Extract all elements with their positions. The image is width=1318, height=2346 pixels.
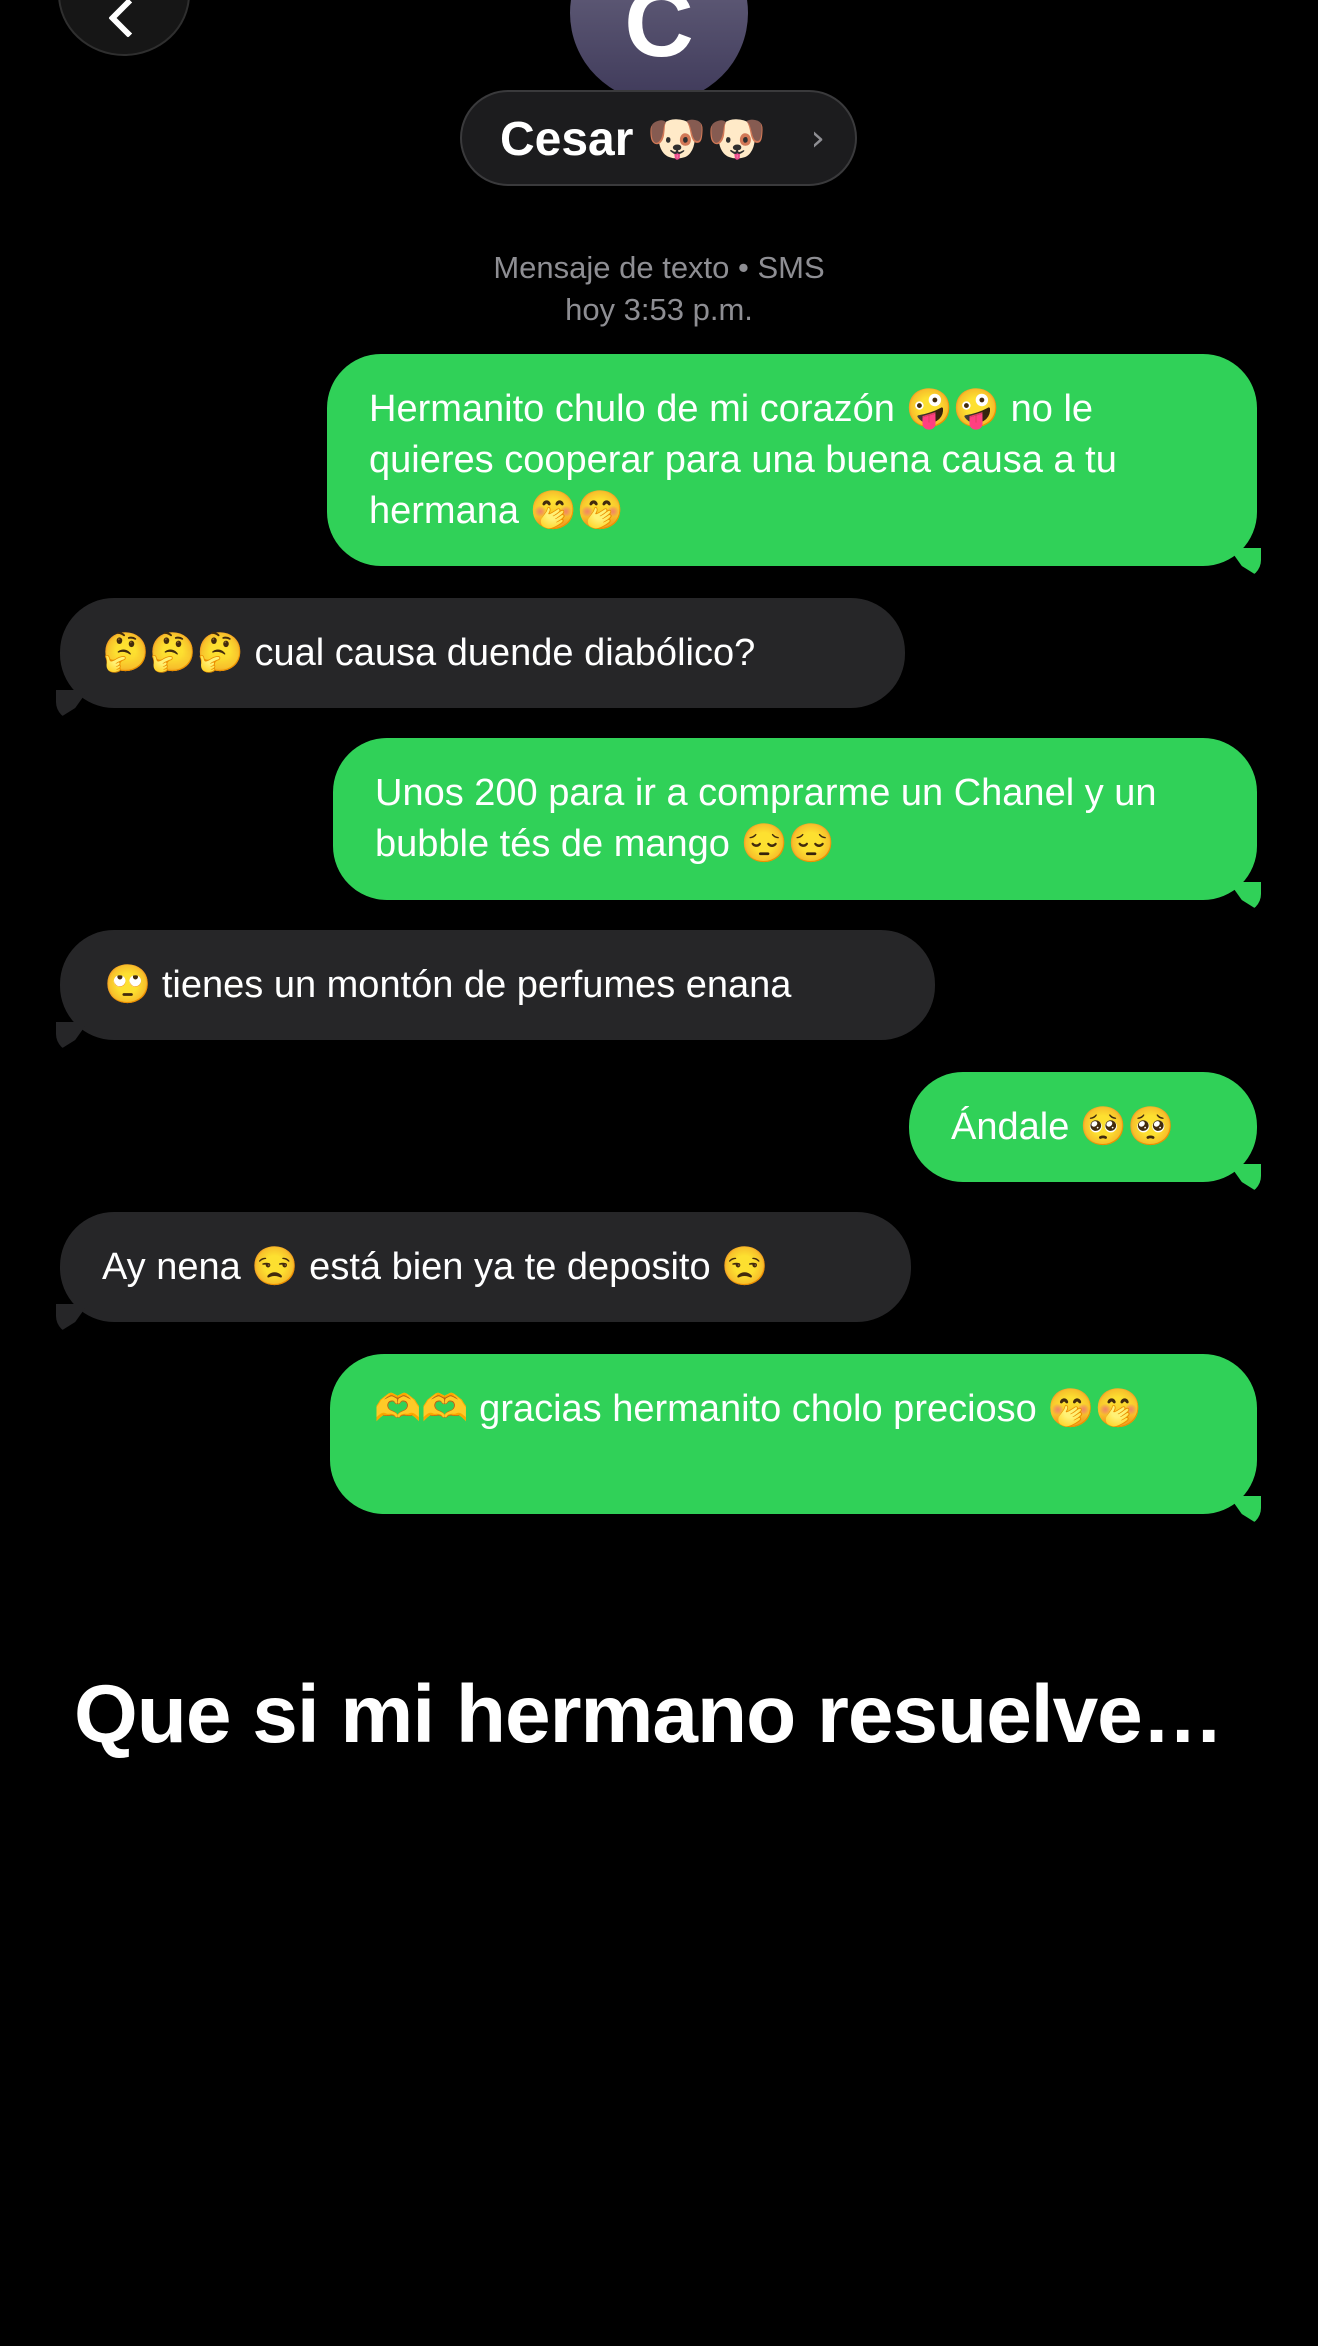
message-timestamp: hoy 3:53 p.m. (565, 292, 753, 327)
bubble-tail (56, 690, 88, 720)
message-bubble-sent[interactable]: 🫶🫶 gracias hermanito cholo precioso 🤭🤭 (330, 1354, 1261, 1526)
avatar-initial: C (624, 0, 694, 77)
message-bubble-received[interactable]: 🙄 tienes un montón de perfumes enana (56, 930, 935, 1052)
message-text: Hermanito chulo de mi corazón 🤪🤪 no le q… (369, 388, 1117, 532)
contact-name-button[interactable]: Cesar 🐶🐶 › (460, 90, 857, 186)
chevron-left-icon (108, 0, 148, 38)
message-text: 🫶🫶 gracias hermanito cholo precioso 🤭🤭 (374, 1388, 1142, 1430)
message-text: Ándale 🥺🥺 (951, 1106, 1175, 1148)
back-button[interactable] (58, 0, 190, 56)
contact-avatar[interactable]: C (570, 0, 748, 102)
message-text: Ay nena 😒 está bien ya te deposito 😒 (102, 1246, 769, 1288)
message-bubble-received[interactable]: Ay nena 😒 está bien ya te deposito 😒 (56, 1212, 911, 1334)
message-bubble-received[interactable]: 🤔🤔🤔 cual causa duende diabólico? (56, 598, 905, 720)
bubble-tail (1229, 548, 1261, 578)
bubble-tail (1229, 882, 1261, 912)
service-label: Mensaje de texto • SMS (493, 250, 825, 285)
message-bubble-sent[interactable]: Ándale 🥺🥺 (909, 1072, 1261, 1194)
bubble-tail (1229, 1496, 1261, 1526)
bubble-tail (56, 1304, 88, 1334)
caption-overlay: Que si mi hermano resuelve… (74, 1669, 1224, 1760)
chevron-right-icon: › (810, 118, 825, 159)
bubble-tail (1229, 1164, 1261, 1194)
message-text: Unos 200 para ir a comprarme un Chanel y… (375, 772, 1157, 865)
contact-name: Cesar 🐶🐶 (500, 112, 767, 166)
message-text: 🤔🤔🤔 cual causa duende diabólico? (102, 632, 756, 674)
bubble-tail (56, 1022, 88, 1052)
message-text: 🙄 tienes un montón de perfumes enana (104, 964, 792, 1006)
message-bubble-sent[interactable]: Hermanito chulo de mi corazón 🤪🤪 no le q… (327, 354, 1261, 578)
message-bubble-sent[interactable]: Unos 200 para ir a comprarme un Chanel y… (333, 738, 1261, 912)
